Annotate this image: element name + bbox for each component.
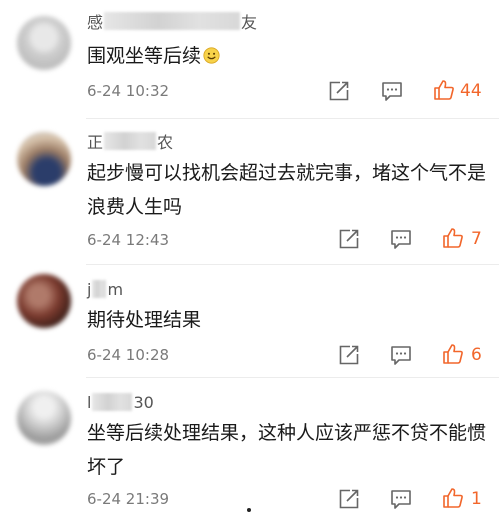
comment-text: 起步慢可以找机会超过去就完事，堵这个气不是浪费人生吗 [87, 162, 487, 218]
comment-time: 6-24 21:39 [87, 490, 170, 508]
share-icon[interactable] [338, 488, 360, 510]
reply-icon[interactable] [381, 80, 403, 102]
divider [86, 264, 499, 265]
avatar[interactable] [17, 274, 71, 328]
comment-author[interactable]: j m [87, 278, 123, 300]
comment-time: 6-24 10:28 [87, 346, 170, 364]
divider [86, 377, 499, 378]
author-name-start: 感 [87, 13, 104, 32]
author-name-end: m [107, 279, 124, 299]
author-name-end: 友 [241, 13, 258, 32]
comment-text: 期待处理结果 [87, 309, 202, 331]
like-count: 6 [471, 345, 482, 365]
like-count: 7 [471, 229, 482, 249]
author-name-start: j [87, 279, 92, 299]
comment-item: l 30 坐等后续处理结果，这种人应该严惩不贷不能惯坏了 6-24 21:39 … [0, 379, 499, 517]
smile-emoji-icon [203, 41, 220, 64]
comment-time: 6-24 10:32 [87, 82, 170, 100]
name-redaction [104, 12, 241, 30]
share-icon[interactable] [338, 228, 360, 250]
like-count: 44 [460, 81, 482, 101]
avatar[interactable] [17, 391, 71, 445]
comment-author[interactable]: 正 农 [87, 130, 173, 152]
reply-icon[interactable] [390, 488, 412, 510]
comment-author[interactable]: l 30 [87, 391, 154, 413]
avatar[interactable] [17, 132, 71, 186]
share-icon[interactable] [328, 80, 350, 102]
divider [86, 118, 499, 119]
comment-text-content: 围观坐等后续 [87, 45, 202, 67]
author-name-end: 30 [133, 392, 154, 412]
page-indicator-dot [247, 508, 251, 512]
like-count: 1 [471, 489, 482, 509]
author-name-start: 正 [87, 133, 104, 152]
share-icon[interactable] [338, 344, 360, 366]
name-redaction [92, 393, 133, 411]
comment-time: 6-24 12:43 [87, 231, 170, 249]
reply-icon[interactable] [390, 228, 412, 250]
comment-item: 感 友 围观坐等后续 6-24 10:32 44 [0, 0, 499, 120]
comment-item: 正 农 起步慢可以找机会超过去就完事，堵这个气不是浪费人生吗 6-24 12:4… [0, 120, 499, 265]
thumbs-up-icon[interactable] [442, 487, 464, 509]
comment-text: 围观坐等后续 [87, 39, 487, 73]
comment-item: j m 期待处理结果 6-24 10:28 6 [0, 266, 499, 378]
name-redaction [104, 132, 157, 150]
thumbs-up-icon[interactable] [442, 343, 464, 365]
author-name-start: l [87, 392, 92, 412]
thumbs-up-icon[interactable] [433, 79, 455, 101]
avatar[interactable] [17, 16, 71, 70]
comment-text: 坐等后续处理结果，这种人应该严惩不贷不能惯坏了 [87, 422, 487, 478]
name-redaction [92, 280, 107, 298]
thumbs-up-icon[interactable] [442, 227, 464, 249]
comment-author[interactable]: 感 友 [87, 10, 257, 32]
author-name-end: 农 [157, 133, 174, 152]
reply-icon[interactable] [390, 344, 412, 366]
